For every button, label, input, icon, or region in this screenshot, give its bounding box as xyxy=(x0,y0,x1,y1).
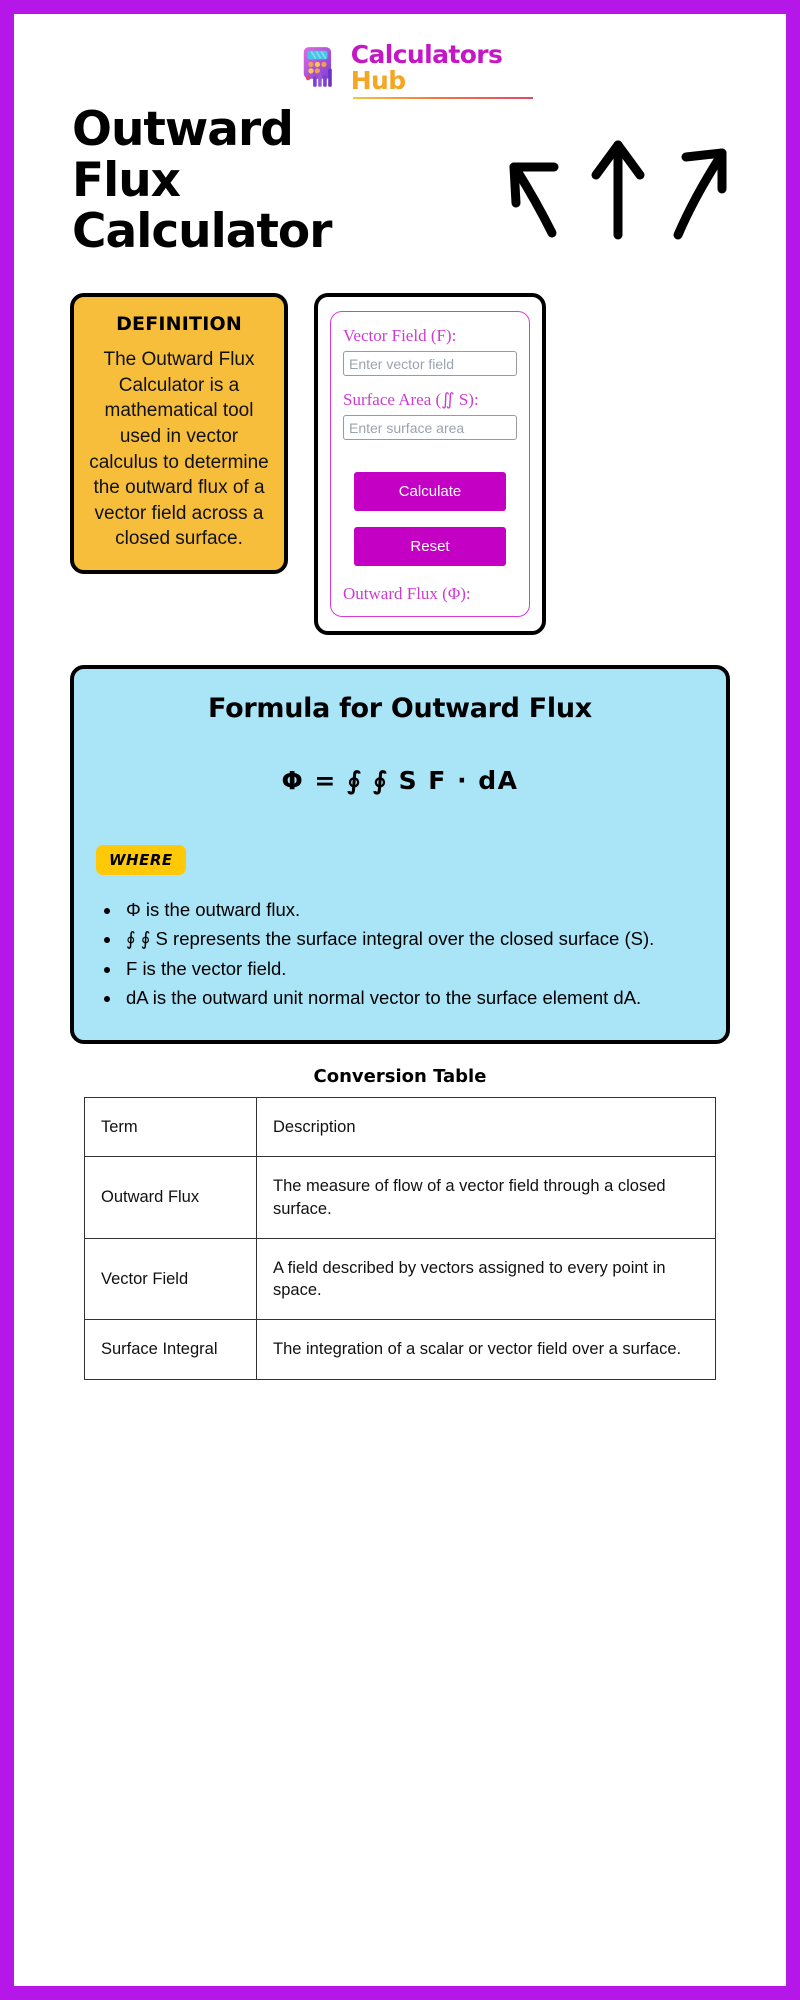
infographic-sheet: Calculators Hub Outward Flux Calculator xyxy=(14,14,786,1986)
infographic-page: Calculators Hub Outward Flux Calculator xyxy=(0,0,800,2000)
table-header-cell: Description xyxy=(256,1097,716,1158)
list-item: ∮ ∮ S represents the surface integral ov… xyxy=(122,926,704,952)
table-row: Surface Integral The integration of a sc… xyxy=(84,1319,716,1380)
list-item: dA is the outward unit normal vector to … xyxy=(122,985,704,1011)
outward-flux-result-label: Outward Flux (Φ): xyxy=(343,584,471,603)
where-badge: WHERE xyxy=(96,845,186,875)
formula-term-list: Φ is the outward flux. ∮ ∮ S represents … xyxy=(122,897,704,1011)
page-title: Outward Flux Calculator xyxy=(72,102,332,259)
logo-underline xyxy=(352,97,533,99)
table-row: Vector Field A field described by vector… xyxy=(84,1237,716,1321)
table-header-cell: Term xyxy=(84,1097,257,1158)
table-cell-description: The integration of a scalar or vector fi… xyxy=(256,1319,716,1380)
formula-equation: Φ = ∮ ∮ S F · dA xyxy=(281,766,519,795)
calculator-bar-chart-icon xyxy=(303,46,332,87)
definition-card: DEFINITION The Outward Flux Calculator i… xyxy=(70,293,288,575)
surface-area-input[interactable] xyxy=(343,415,517,440)
formula-title: Formula for Outward Flux xyxy=(208,693,592,724)
definition-body: The Outward Flux Calculator is a mathema… xyxy=(89,349,269,550)
formula-card: Formula for Outward Flux Φ = ∮ ∮ S F · d… xyxy=(70,665,730,1045)
definition-calculator-row: DEFINITION The Outward Flux Calculator i… xyxy=(14,293,786,635)
logo-name-primary: Calculators xyxy=(350,40,503,69)
list-item: Φ is the outward flux. xyxy=(122,897,704,923)
site-logo[interactable]: Calculators Hub xyxy=(14,14,786,99)
list-item: F is the vector field. xyxy=(122,956,704,982)
table-header-row: Term Description xyxy=(84,1097,716,1158)
surface-area-label: Surface Area (∬ S): xyxy=(343,390,479,409)
calculator-inner-panel: Vector Field (F): Surface Area (∬ S): Ca… xyxy=(330,311,530,617)
table-cell-description: The measure of flow of a vector field th… xyxy=(256,1156,716,1239)
calculator-widget: Vector Field (F): Surface Area (∬ S): Ca… xyxy=(314,293,546,635)
vector-field-label: Vector Field (F): xyxy=(343,326,457,345)
logo-name-secondary: Hub xyxy=(350,66,406,95)
table-cell-description: A field described by vectors assigned to… xyxy=(256,1237,716,1321)
table-cell-term: Surface Integral xyxy=(84,1319,257,1380)
vector-field-input[interactable] xyxy=(343,351,517,376)
table-cell-term: Vector Field xyxy=(84,1237,257,1321)
calculate-button[interactable]: Calculate xyxy=(354,472,506,511)
conversion-table: Term Description Outward Flux The measur… xyxy=(84,1097,716,1380)
reset-button[interactable]: Reset xyxy=(354,527,506,566)
three-hand-drawn-arrows-icon xyxy=(509,140,727,240)
hero-section: Outward Flux Calculator xyxy=(14,102,786,285)
table-row: Outward Flux The measure of flow of a ve… xyxy=(84,1156,716,1239)
conversion-table-title: Conversion Table xyxy=(313,1066,487,1088)
definition-heading: DEFINITION xyxy=(116,313,242,335)
table-cell-term: Outward Flux xyxy=(84,1156,257,1239)
